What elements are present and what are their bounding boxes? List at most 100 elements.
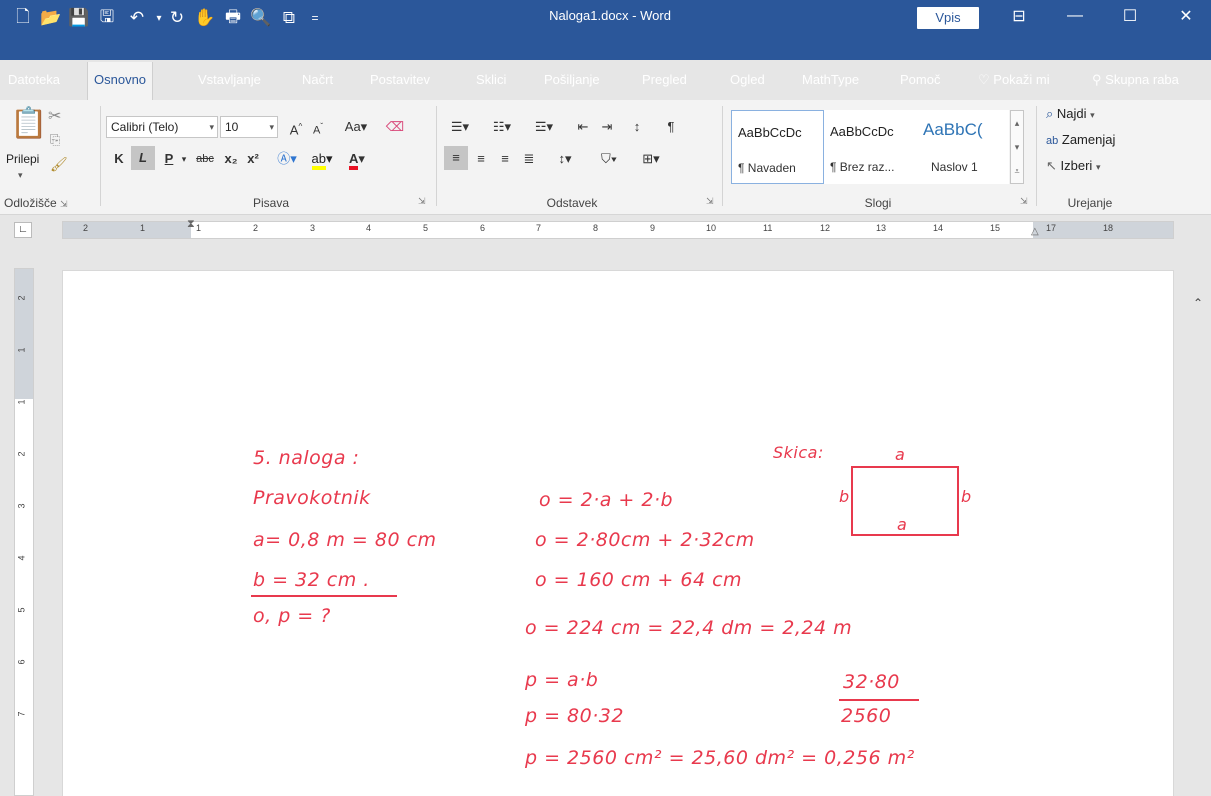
ruler-tick-label: 18 xyxy=(1103,223,1114,233)
copy-icon[interactable]: ⎘ xyxy=(50,132,60,148)
borders-icon[interactable]: ⊞▾ xyxy=(634,148,668,170)
tab-review[interactable]: Pregled xyxy=(636,60,693,100)
select-button[interactable]: ↖ Izberi ▾ xyxy=(1046,158,1100,174)
vertical-ruler[interactable]: 2 1 1 2 3 4 5 6 7 xyxy=(14,268,34,796)
tab-mailings[interactable]: Pošiljanje xyxy=(538,60,606,100)
font-color-icon[interactable]: A▾ xyxy=(342,148,372,170)
tab-design[interactable]: Načrt xyxy=(296,60,339,100)
horizontal-ruler[interactable]: 2 1 1 2 3 4 5 6 7 8 9 10 11 12 13 14 15 17 18 ⧗ △ xyxy=(62,218,1174,239)
save-icon[interactable]: 💾 xyxy=(66,4,92,32)
bold-button[interactable]: K xyxy=(110,148,128,170)
tab-selector-icon[interactable]: ∟ xyxy=(14,222,32,238)
minimize-button[interactable]: — xyxy=(1052,0,1098,32)
multilevel-list-icon[interactable]: ☲▾ xyxy=(526,116,562,138)
tab-mathtype[interactable]: MathType xyxy=(796,60,865,100)
text-effects-icon[interactable]: Ⓐ▾ xyxy=(274,148,300,170)
share-button[interactable]: ⚲ Skupna raba xyxy=(1086,60,1185,100)
align-right-icon[interactable]: ≡ xyxy=(494,148,516,170)
clear-formatting-icon[interactable]: ⌫ xyxy=(384,116,406,138)
styles-launcher-icon[interactable]: ⇲ xyxy=(1020,196,1028,207)
bullets-icon[interactable]: ☰▾ xyxy=(442,116,478,138)
new-document-icon[interactable]: 🗋 xyxy=(10,4,36,32)
superscript-icon[interactable]: x² xyxy=(244,148,262,170)
shading-icon[interactable]: ⛉▾ xyxy=(592,148,626,170)
font-launcher-icon[interactable]: ⇲ xyxy=(418,196,426,207)
paste-icon[interactable]: 📋 xyxy=(10,106,47,146)
indent-marker-icon[interactable]: ⧗ xyxy=(187,218,195,231)
print-icon[interactable]: 🖶 xyxy=(220,4,246,32)
font-size-combo[interactable]: 10 ▾ xyxy=(220,116,278,138)
ruler-tick-label: 5 xyxy=(16,607,27,613)
sort-icon[interactable]: ↕ xyxy=(626,116,648,138)
align-left-icon[interactable]: ≡ xyxy=(444,146,468,170)
ruler-tick-label: 1 xyxy=(16,399,27,405)
area-result: p = 2560 cm² = 25,60 dm² = 0,256 m² xyxy=(525,747,915,769)
replace-icon: ab xyxy=(1046,135,1059,147)
highlight-color-icon[interactable]: ab▾ xyxy=(306,148,338,170)
paste-dropdown-icon[interactable]: ▾ xyxy=(18,170,23,181)
cut-icon[interactable]: ✂ xyxy=(48,106,61,126)
customize-qat-icon[interactable]: = xyxy=(302,4,328,32)
show-formatting-marks-icon[interactable]: ¶ xyxy=(660,116,682,138)
person-icon: ⚲ xyxy=(1092,72,1102,87)
underline-dropdown-icon[interactable]: ▾ xyxy=(178,148,190,170)
increase-indent-icon[interactable]: ⇥ xyxy=(596,116,618,138)
collapse-ribbon-icon[interactable]: ⌃ xyxy=(1193,296,1203,310)
paste-button[interactable]: Prilepi xyxy=(6,152,39,166)
ribbon-display-options-icon[interactable]: ⊟ xyxy=(996,0,1042,32)
italic-button[interactable]: L xyxy=(131,146,155,170)
save-as-icon[interactable]: 🖫 xyxy=(94,4,120,32)
right-indent-marker-icon[interactable]: △ xyxy=(1031,226,1039,237)
tab-insert[interactable]: Vstavljanje xyxy=(192,60,267,100)
maximize-button[interactable]: ☐ xyxy=(1107,0,1153,32)
calc-rule xyxy=(839,699,919,701)
area-substitution: p = 80·32 xyxy=(525,705,624,727)
tab-references[interactable]: Sklici xyxy=(470,60,512,100)
perimeter-substitution: o = 2·80cm + 2·32cm xyxy=(535,529,755,551)
shrink-font-icon[interactable]: Aˇ xyxy=(308,116,328,138)
align-center-icon[interactable]: ≡ xyxy=(470,148,492,170)
style-normal[interactable]: AaBbCcDc ¶ Navaden xyxy=(731,110,824,184)
justify-icon[interactable]: ≣ xyxy=(518,148,540,170)
tab-file[interactable]: Datoteka xyxy=(2,60,66,100)
tab-view[interactable]: Ogled xyxy=(724,60,771,100)
redo-icon[interactable]: ↻ xyxy=(164,4,190,32)
document-page[interactable]: 5. naloga : Pravokotnik a= 0,8 m = 80 cm… xyxy=(62,270,1174,796)
top-margin xyxy=(15,269,33,399)
tab-help[interactable]: Pomoč xyxy=(894,60,946,100)
strikethrough-icon[interactable]: abc xyxy=(192,148,218,170)
sketch-label: Skica: xyxy=(773,443,824,462)
tell-me-box[interactable]: ♡ Pokaži mi xyxy=(972,60,1056,100)
numbering-icon[interactable]: ☷▾ xyxy=(484,116,520,138)
styles-scroll[interactable]: ▴ ▾ ⩡ xyxy=(1010,110,1024,184)
style-no-spacing[interactable]: AaBbCcDc ¶ Brez raz... xyxy=(824,110,917,184)
clipboard-launcher-icon[interactable]: ⇲ xyxy=(60,199,68,209)
paragraph-launcher-icon[interactable]: ⇲ xyxy=(706,196,714,207)
tab-home[interactable]: Osnovno xyxy=(87,62,154,100)
replace-button[interactable]: ab Zamenjaj xyxy=(1046,132,1115,147)
perimeter-sum: o = 160 cm + 64 cm xyxy=(535,569,743,591)
grow-font-icon[interactable]: A^ xyxy=(286,116,306,138)
ruler-tick-label: 14 xyxy=(933,223,944,233)
tab-layout[interactable]: Postavitev xyxy=(364,60,436,100)
find-button[interactable]: ⌕ Najdi ▾ xyxy=(1046,106,1095,122)
change-case-icon[interactable]: Aa▾ xyxy=(336,116,376,138)
font-name-value: Calibri (Telo) xyxy=(111,120,179,134)
print-preview-icon[interactable]: 🔍 xyxy=(248,4,274,32)
find-label: Najdi xyxy=(1056,106,1087,121)
touch-mode-icon[interactable]: ✋ xyxy=(192,4,218,32)
sign-in-button[interactable]: Vpis xyxy=(917,7,979,29)
open-folder-icon[interactable]: 📂 xyxy=(38,4,64,32)
line-spacing-icon[interactable]: ↕▾ xyxy=(548,148,582,170)
subscript-icon[interactable]: x₂ xyxy=(222,148,240,170)
style-heading-1[interactable]: AaBbC( Naslov 1 xyxy=(917,110,1009,184)
underline-button[interactable]: P xyxy=(160,148,178,170)
group-divider xyxy=(722,106,723,206)
clipboard-group-label: Odložišče xyxy=(4,196,57,210)
close-button[interactable]: ✕ xyxy=(1163,0,1209,32)
font-name-combo[interactable]: Calibri (Telo) ▾ xyxy=(106,116,218,138)
decrease-indent-icon[interactable]: ⇤ xyxy=(572,116,594,138)
screenshot-icon[interactable]: ⧉ xyxy=(276,4,302,32)
format-painter-icon[interactable]: 🖌 xyxy=(50,156,68,173)
ribbon: 📋 Prilepi ▾ ✂ ⎘ 🖌 Odložišče ⇲ Calibri (T… xyxy=(0,100,1211,310)
